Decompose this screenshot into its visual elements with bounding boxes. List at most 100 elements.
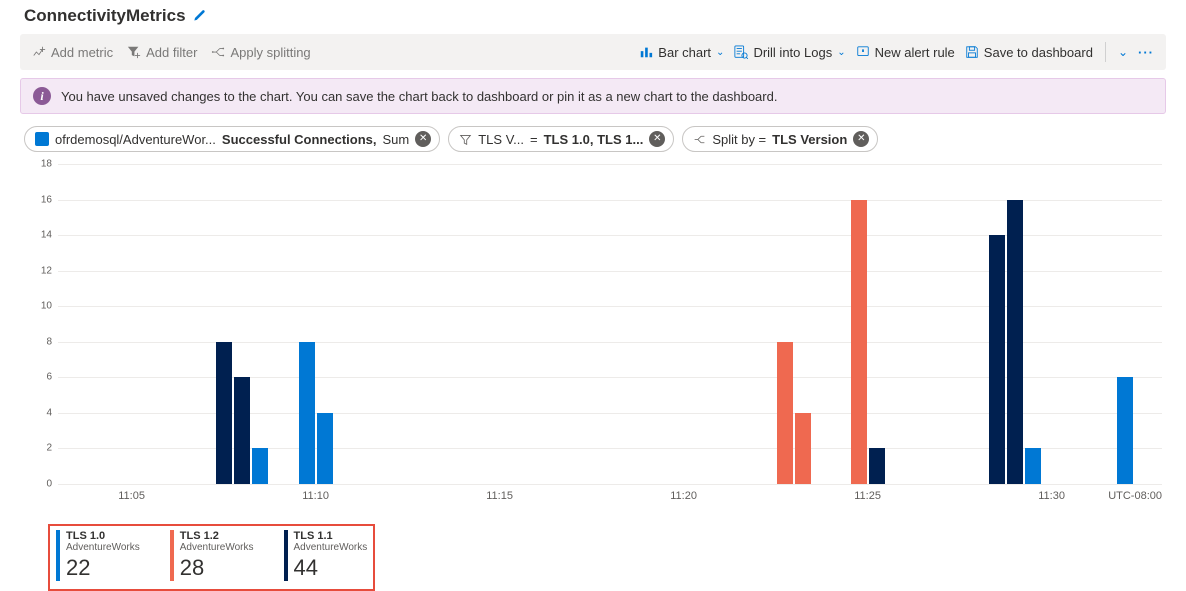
save-dashboard-button[interactable]: Save to dashboard — [965, 45, 1093, 60]
new-alert-label: New alert rule — [875, 45, 955, 60]
resource-icon — [35, 132, 49, 146]
legend-series-name: TLS 1.0 — [66, 530, 140, 542]
bar-group — [216, 342, 268, 484]
legend-item[interactable]: TLS 1.0 AdventureWorks 22 — [56, 530, 140, 581]
chart-area: 024681012141618 UTC-08:00 11:0511:1011:1… — [24, 164, 1162, 524]
y-tick-label: 0 — [46, 479, 52, 490]
y-tick-label: 8 — [46, 336, 52, 347]
bar[interactable] — [234, 377, 250, 484]
chart-type-label: Bar chart — [658, 45, 711, 60]
y-axis: 024681012141618 — [24, 164, 58, 484]
chart-toolbar: Add metric Add filter Apply splitting Ba… — [20, 34, 1166, 70]
y-tick-label: 12 — [41, 265, 52, 276]
save-dashboard-label: Save to dashboard — [984, 45, 1093, 60]
split-prefix: Split by = — [712, 132, 766, 147]
add-metric-button[interactable]: Add metric — [32, 45, 113, 60]
legend-value: 22 — [66, 555, 140, 581]
legend-item[interactable]: TLS 1.1 AdventureWorks 44 — [284, 530, 368, 581]
divider — [1105, 42, 1106, 62]
bar-group — [851, 200, 885, 484]
bar-chart-icon — [639, 45, 653, 59]
alert-icon — [856, 45, 870, 59]
legend-value: 28 — [180, 555, 254, 581]
x-tick-label: 11:05 — [118, 490, 145, 502]
bar-group — [989, 200, 1041, 484]
split-icon — [693, 133, 706, 146]
x-tick-label: 11:10 — [302, 490, 329, 502]
bar[interactable] — [869, 448, 885, 484]
bar[interactable] — [216, 342, 232, 484]
close-icon[interactable]: ✕ — [415, 131, 431, 147]
close-icon[interactable]: ✕ — [649, 131, 665, 147]
filter-eq: = — [530, 132, 538, 147]
legend-value: 44 — [294, 555, 368, 581]
metric-pill[interactable]: ofrdemosql/AdventureWor... Successful Co… — [24, 126, 440, 152]
bar[interactable] — [795, 413, 811, 484]
x-tick-label: 11:15 — [486, 490, 513, 502]
bar[interactable] — [299, 342, 315, 484]
new-alert-button[interactable]: New alert rule — [856, 45, 955, 60]
legend-swatch — [284, 530, 288, 581]
legend-swatch — [56, 530, 60, 581]
filter-value: TLS 1.0, TLS 1... — [544, 132, 644, 147]
bar[interactable] — [1117, 377, 1133, 484]
add-filter-button[interactable]: Add filter — [127, 45, 197, 60]
y-tick-label: 18 — [41, 159, 52, 170]
add-metric-label: Add metric — [51, 45, 113, 60]
bar[interactable] — [317, 413, 333, 484]
filter-icon — [459, 133, 472, 146]
bar[interactable] — [777, 342, 793, 484]
bar-group — [777, 342, 811, 484]
page-title: ConnectivityMetrics — [24, 6, 186, 26]
legend-series-name: TLS 1.1 — [294, 530, 368, 542]
x-tick-label: 11:30 — [1038, 490, 1065, 502]
legend-item[interactable]: TLS 1.2 AdventureWorks 28 — [170, 530, 254, 581]
y-tick-label: 2 — [46, 443, 52, 454]
add-filter-label: Add filter — [146, 45, 197, 60]
apply-splitting-label: Apply splitting — [230, 45, 310, 60]
x-axis: UTC-08:00 11:05 11:10 11:15 11:20 11:25 11:30 — [58, 484, 1162, 524]
apply-splitting-button[interactable]: Apply splitting — [211, 45, 310, 60]
split-pill[interactable]: Split by = TLS Version ✕ — [682, 126, 878, 152]
y-tick-label: 10 — [41, 301, 52, 312]
more-options-button[interactable]: ··· — [1138, 45, 1154, 60]
notice-text: You have unsaved changes to the chart. Y… — [61, 89, 777, 104]
bar-group — [299, 342, 333, 484]
legend-box: TLS 1.0 AdventureWorks 22 TLS 1.2 Advent… — [48, 524, 375, 591]
bar[interactable] — [851, 200, 867, 484]
x-tick-label: 11:25 — [854, 490, 881, 502]
close-icon[interactable]: ✕ — [853, 131, 869, 147]
bar-group — [1117, 377, 1133, 484]
y-tick-label: 6 — [46, 372, 52, 383]
logs-icon — [734, 45, 748, 59]
drill-logs-button[interactable]: Drill into Logs ⌄ — [734, 45, 845, 60]
split-value: TLS Version — [772, 132, 847, 147]
chevron-down-icon: ⌄ — [716, 47, 724, 58]
drill-logs-label: Drill into Logs — [753, 45, 832, 60]
metric-resource-label: ofrdemosql/AdventureWor... — [55, 132, 216, 147]
chevron-down-icon[interactable]: ⌄ — [1118, 45, 1128, 59]
bar[interactable] — [989, 235, 1005, 484]
y-tick-label: 16 — [41, 194, 52, 205]
info-icon: i — [33, 87, 51, 105]
unsaved-notice: i You have unsaved changes to the chart.… — [20, 78, 1166, 114]
legend-series-name: TLS 1.2 — [180, 530, 254, 542]
filter-pill[interactable]: TLS V... = TLS 1.0, TLS 1... ✕ — [448, 126, 674, 152]
plot-area — [58, 164, 1162, 484]
x-tick-label: 11:20 — [670, 490, 697, 502]
bar[interactable] — [1007, 200, 1023, 484]
filter-prefix: TLS V... — [478, 132, 524, 147]
edit-title-icon[interactable] — [192, 9, 206, 23]
legend-resource: AdventureWorks — [294, 542, 368, 553]
timezone-label: UTC-08:00 — [1108, 490, 1162, 502]
bar[interactable] — [252, 448, 268, 484]
bar[interactable] — [1025, 448, 1041, 484]
y-tick-label: 4 — [46, 407, 52, 418]
legend-resource: AdventureWorks — [66, 542, 140, 553]
chart-type-selector[interactable]: Bar chart ⌄ — [639, 45, 724, 60]
y-tick-label: 14 — [41, 230, 52, 241]
chevron-down-icon: ⌄ — [837, 47, 845, 58]
metric-agg-label: Sum — [383, 132, 410, 147]
legend-swatch — [170, 530, 174, 581]
filter-pill-row: ofrdemosql/AdventureWor... Successful Co… — [0, 122, 1186, 154]
